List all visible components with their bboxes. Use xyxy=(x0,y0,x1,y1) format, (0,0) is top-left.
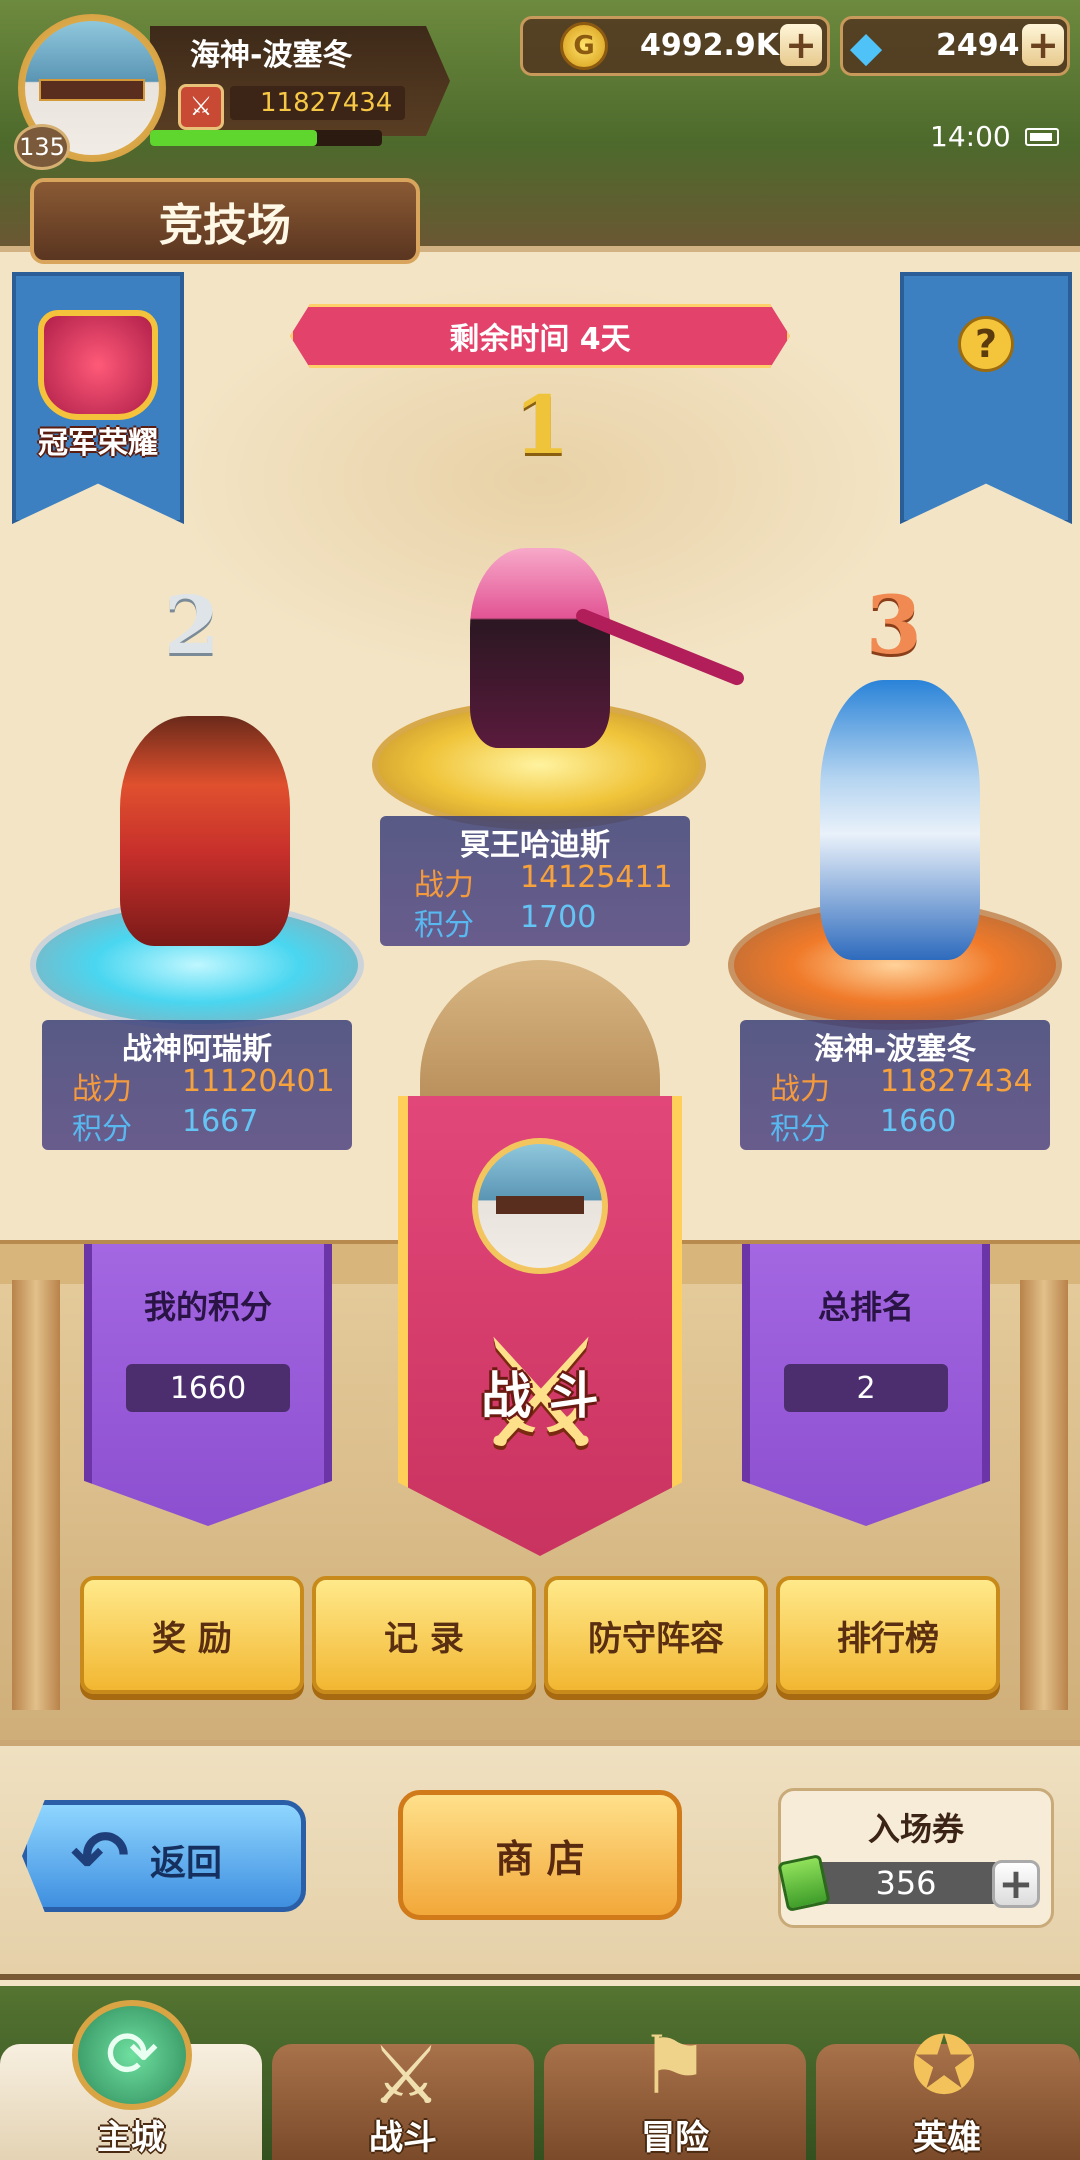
player-power-value: 11827434 xyxy=(230,86,405,120)
rank-2-score-value: 1667 xyxy=(182,1104,259,1139)
season-remaining-time: 剩余时间 4天 xyxy=(449,322,631,357)
rank-2-info-card[interactable]: 战神阿瑞斯 战力 11120401 积分 1667 xyxy=(42,1020,352,1150)
my-score-value: 1660 xyxy=(126,1364,290,1412)
rank-3-hero-name: 海神-波塞冬 xyxy=(813,1032,977,1067)
back-button-label: 返回 xyxy=(150,1843,223,1884)
gem-amount: 2494 xyxy=(936,28,1020,63)
rank-3-number: 3 xyxy=(866,578,922,672)
page-title: 竞技场 xyxy=(159,200,291,251)
rank-2-power-value: 11120401 xyxy=(182,1064,335,1099)
left-pillar xyxy=(12,1280,60,1710)
hero-hades-figure[interactable] xyxy=(470,548,610,748)
nav-label-hero: 英雄 xyxy=(913,2118,981,2158)
back-arrow-icon: ↶ xyxy=(70,1815,130,1897)
hero-ares-figure[interactable] xyxy=(120,716,290,946)
entry-ticket-label: 入场券 xyxy=(867,1810,964,1848)
player-name: 海神-波塞冬 xyxy=(190,38,353,73)
fight-avatar xyxy=(472,1138,608,1274)
champion-honor-label: 冠军荣耀 xyxy=(38,426,158,461)
rank-3-power-label: 战力 xyxy=(770,1072,830,1107)
hero-emblem-icon: ✪ xyxy=(910,2018,978,2112)
overall-rank-label: 总排名 xyxy=(817,1288,914,1326)
nav-label-home: 主城 xyxy=(97,2118,165,2158)
rank-1-hero-name: 冥王哈迪斯 xyxy=(460,828,610,863)
add-gold-button[interactable]: + xyxy=(780,24,822,66)
add-gem-button[interactable]: + xyxy=(1022,24,1064,66)
rank-1-info-card[interactable]: 冥王哈迪斯 战力 14125411 积分 1700 xyxy=(380,816,690,946)
rank-3-score-value: 1660 xyxy=(880,1104,957,1139)
battery-icon xyxy=(1025,128,1059,146)
rank-2-score-label: 积分 xyxy=(72,1112,132,1147)
rank-1-power-label: 战力 xyxy=(414,868,474,903)
rank-3-power-value: 11827434 xyxy=(880,1064,1033,1099)
home-castle-icon: ⟳ xyxy=(72,2000,192,2110)
rank-1-number: 1 xyxy=(514,378,570,472)
rank-1-score-value: 1700 xyxy=(520,900,597,935)
player-exp-bar xyxy=(150,130,382,146)
adventure-scroll-icon: ⚑ xyxy=(638,2018,710,2112)
nav-label-battle: 战斗 xyxy=(369,2118,437,2158)
crossed-swords-icon: ⚔ xyxy=(178,84,224,130)
gold-amount: 4992.9K xyxy=(640,28,780,63)
diamond-icon: ◆ xyxy=(849,21,883,71)
entry-ticket-count: 356 xyxy=(812,1862,1000,1904)
rank-3-info-card[interactable]: 海神-波塞冬 战力 11827434 积分 1660 xyxy=(740,1020,1050,1150)
shop-button[interactable]: 商 店 xyxy=(398,1790,682,1920)
help-icon[interactable]: ? xyxy=(958,316,1014,372)
rank-2-number: 2 xyxy=(164,578,220,672)
gold-coin-icon: G xyxy=(560,22,608,70)
record-button[interactable]: 记 录 xyxy=(312,1576,536,1694)
right-pillar xyxy=(1020,1280,1068,1710)
nav-label-adventure: 冒险 xyxy=(641,2118,709,2158)
rank-1-score-label: 积分 xyxy=(414,908,474,943)
rank-1-power-value: 14125411 xyxy=(520,860,673,895)
leaderboard-button[interactable]: 排行榜 xyxy=(776,1576,1000,1694)
overall-rank-value: 2 xyxy=(784,1364,948,1412)
fight-button-label: 战 斗 xyxy=(481,1367,599,1425)
player-exp-bar-fill xyxy=(150,130,318,146)
defense-lineup-button[interactable]: 防守阵容 xyxy=(544,1576,768,1694)
my-score-label: 我的积分 xyxy=(143,1288,272,1326)
hero-poseidon-figure[interactable] xyxy=(820,680,980,960)
clock-time: 14:00 xyxy=(930,120,1011,153)
rank-3-score-label: 积分 xyxy=(770,1112,830,1147)
trophy-crown-icon xyxy=(38,310,158,420)
player-level-badge: 135 xyxy=(14,124,70,170)
add-ticket-button[interactable]: + xyxy=(992,1860,1040,1908)
rank-2-power-label: 战力 xyxy=(72,1072,132,1107)
reward-button[interactable]: 奖 励 xyxy=(80,1576,304,1694)
rank-2-hero-name: 战神阿瑞斯 xyxy=(122,1032,272,1067)
